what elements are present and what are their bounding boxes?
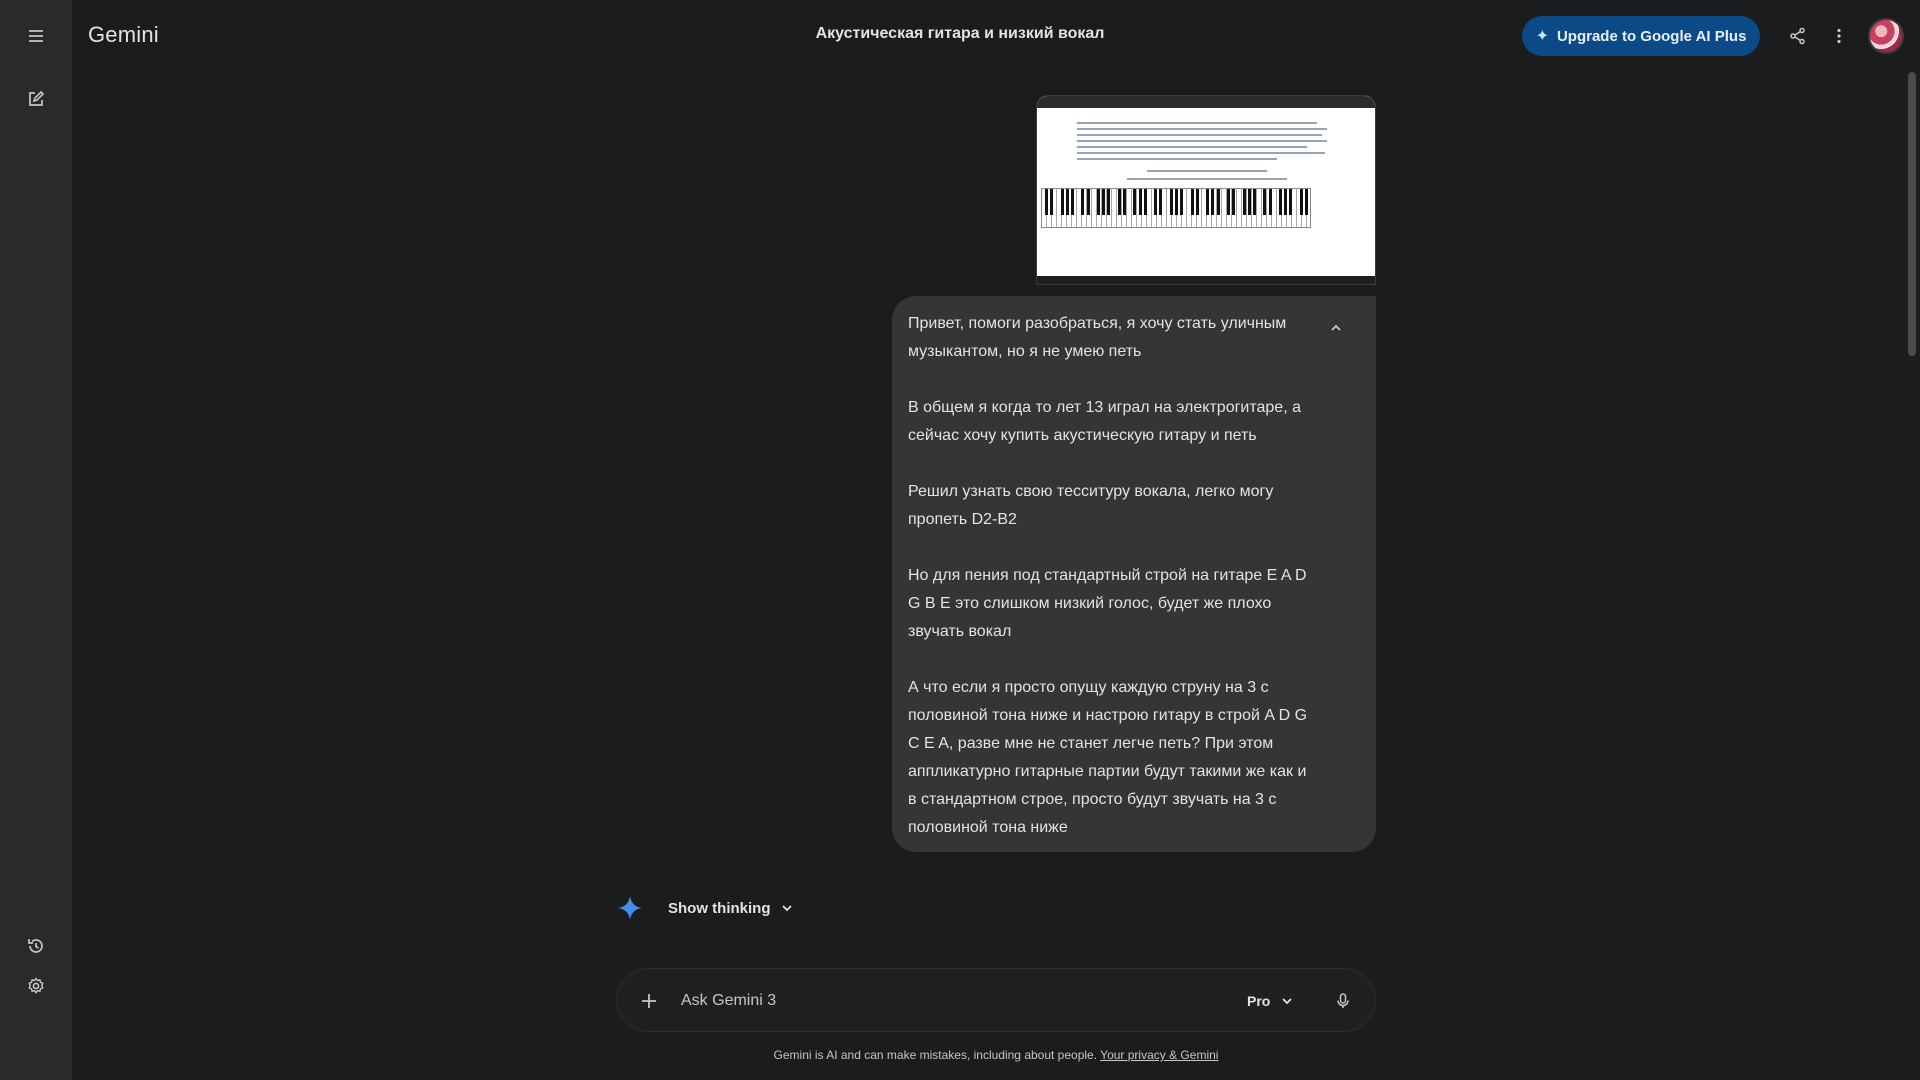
piano-black-key bbox=[1123, 189, 1126, 215]
piano-black-key bbox=[1138, 189, 1142, 215]
more-vert-icon bbox=[1837, 28, 1841, 44]
model-selector[interactable]: Pro bbox=[1247, 985, 1294, 1017]
piano-black-key bbox=[1268, 189, 1272, 215]
piano-black-key bbox=[1279, 189, 1282, 215]
piano-black-key bbox=[1102, 189, 1106, 215]
piano-black-key bbox=[1065, 189, 1069, 215]
piano-black-key bbox=[1060, 189, 1064, 215]
privacy-link[interactable]: Your privacy & Gemini bbox=[1100, 1048, 1218, 1062]
model-response-header: Show thinking bbox=[616, 892, 795, 924]
new-chat-icon bbox=[29, 90, 45, 106]
model-label: Pro bbox=[1247, 993, 1271, 1009]
prompt-input[interactable] bbox=[681, 985, 1221, 1017]
activity-icon bbox=[28, 939, 43, 953]
settings-button[interactable] bbox=[16, 966, 56, 1006]
thumb-controls bbox=[1147, 170, 1267, 172]
thumb-browser-bar bbox=[1037, 96, 1375, 108]
piano-black-key bbox=[1284, 189, 1288, 215]
thumb-text-line bbox=[1077, 158, 1277, 160]
thumb-controls bbox=[1127, 178, 1287, 180]
piano-black-key bbox=[1289, 189, 1293, 215]
menu-icon bbox=[29, 30, 43, 42]
add-attachment-button[interactable] bbox=[633, 985, 665, 1017]
message-paragraph: Привет, помоги разобраться, я хочу стать… bbox=[908, 315, 1287, 360]
thumb-text-line bbox=[1077, 140, 1327, 142]
microphone-icon bbox=[1337, 993, 1349, 1008]
settings-icon bbox=[28, 977, 44, 994]
piano-black-key bbox=[1195, 189, 1199, 215]
upgrade-button[interactable]: ✦ Upgrade to Google AI Plus bbox=[1522, 16, 1760, 56]
chevron-down-icon bbox=[1282, 998, 1292, 1005]
microphone-button[interactable] bbox=[1327, 985, 1359, 1017]
piano-black-key bbox=[1216, 189, 1220, 215]
thumb-text-line bbox=[1077, 146, 1307, 148]
user-message: Привет, помоги разобраться, я хочу стать… bbox=[892, 296, 1376, 852]
piano-black-key bbox=[1071, 189, 1074, 215]
share-button[interactable] bbox=[1782, 20, 1814, 52]
plus-icon bbox=[642, 994, 656, 1008]
activity-button[interactable] bbox=[16, 926, 56, 966]
piano-black-key bbox=[1154, 189, 1158, 215]
piano-black-key bbox=[1242, 189, 1246, 215]
sparkle-icon: ✦ bbox=[1535, 28, 1549, 45]
disclaimer: Gemini is AI and can make mistakes, incl… bbox=[0, 1048, 1920, 1062]
piano-black-key bbox=[1299, 189, 1303, 215]
piano-black-key bbox=[1081, 189, 1085, 215]
piano-black-key bbox=[1159, 189, 1163, 215]
piano-black-key bbox=[1175, 189, 1178, 215]
piano-black-key bbox=[1180, 189, 1184, 215]
thumb-text-line bbox=[1077, 152, 1325, 154]
show-thinking-button[interactable]: Show thinking bbox=[668, 900, 795, 917]
avatar[interactable] bbox=[1868, 18, 1904, 54]
more-options-button[interactable] bbox=[1823, 20, 1855, 52]
collapse-message-button[interactable] bbox=[1320, 312, 1352, 344]
piano-black-key bbox=[1232, 189, 1236, 215]
message-paragraph: Но для пения под стандартный строй на ги… bbox=[908, 567, 1307, 640]
message-paragraph: Решил узнать свою тесситуру вокала, легк… bbox=[908, 483, 1274, 528]
piano-black-key bbox=[1227, 189, 1230, 215]
user-message-text: Привет, помоги разобраться, я хочу стать… bbox=[908, 310, 1316, 842]
piano-black-key bbox=[1305, 189, 1308, 215]
chevron-up-icon bbox=[1331, 324, 1341, 331]
uploaded-image[interactable] bbox=[1036, 95, 1376, 285]
piano-black-key bbox=[1143, 189, 1147, 215]
thumb-text-line bbox=[1077, 134, 1322, 136]
piano-black-key bbox=[1097, 189, 1100, 215]
piano-black-key bbox=[1169, 189, 1173, 215]
disclaimer-text: Gemini is AI and can make mistakes, incl… bbox=[773, 1048, 1098, 1062]
sidebar bbox=[0, 0, 72, 1080]
prompt-composer: Pro bbox=[616, 968, 1376, 1032]
share-icon bbox=[1790, 27, 1805, 45]
gemini-spark-icon bbox=[618, 896, 642, 920]
thumb-taskbar bbox=[1037, 276, 1375, 284]
piano-black-key bbox=[1247, 189, 1251, 215]
piano-black-key bbox=[1263, 189, 1267, 215]
chevron-down-icon bbox=[781, 905, 792, 912]
piano-black-key bbox=[1045, 189, 1048, 215]
scrollbar-thumb[interactable] bbox=[1908, 72, 1916, 356]
upgrade-label: Upgrade to Google AI Plus bbox=[1556, 27, 1747, 45]
piano-black-key bbox=[1050, 189, 1054, 215]
show-thinking-label: Show thinking bbox=[668, 899, 771, 917]
new-chat-button[interactable] bbox=[16, 79, 56, 119]
piano-black-key bbox=[1086, 189, 1090, 215]
piano-keyboard-image bbox=[1041, 188, 1311, 228]
piano-black-key bbox=[1206, 189, 1210, 215]
piano-black-key bbox=[1190, 189, 1194, 215]
piano-black-key bbox=[1133, 189, 1137, 215]
thumb-text-line bbox=[1077, 122, 1317, 124]
piano-black-key bbox=[1211, 189, 1215, 215]
piano-black-key bbox=[1117, 189, 1121, 215]
thumb-text-line bbox=[1077, 128, 1327, 130]
piano-black-key bbox=[1253, 189, 1256, 215]
piano-black-key bbox=[1107, 189, 1111, 215]
message-paragraph: А что если я просто опущу каждую струну … bbox=[908, 679, 1308, 836]
message-paragraph: В общем я когда то лет 13 играл на элект… bbox=[908, 399, 1301, 444]
piano-black-keys bbox=[1042, 189, 1310, 215]
top-bar: Gemini Акустическая гитара и низкий вока… bbox=[72, 0, 1920, 72]
menu-button[interactable] bbox=[16, 16, 56, 56]
